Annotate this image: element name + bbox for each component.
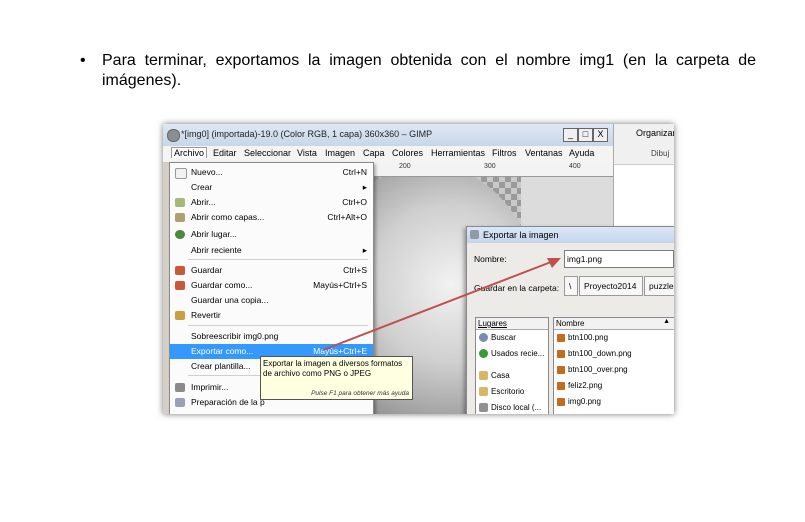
instruction-paragraph: Para terminar, exportamos la imagen obte… — [102, 52, 756, 89]
arrow-line — [322, 261, 552, 351]
annotation-arrow — [322, 258, 561, 351]
bullet-marker: • — [80, 52, 86, 69]
gimp-screenshot: *[img0] (importada)-19.0 (Color RGB, 1 c… — [163, 124, 674, 414]
